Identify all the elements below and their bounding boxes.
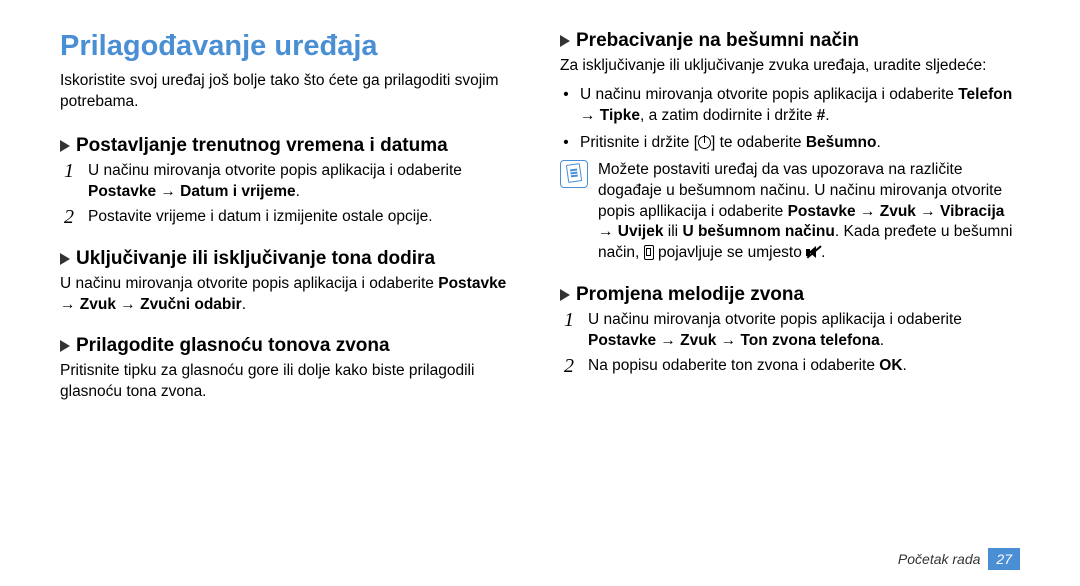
section-ringtone: Promjena melodije zvona 1 U načinu mirov… [560, 284, 1020, 377]
bullet-marker: • [560, 133, 572, 154]
page-footer: Početak rada 27 [898, 548, 1020, 570]
bullet-2: • Pritisnite i držite [] te odaberite Be… [560, 133, 1020, 154]
section-volume: Prilagodite glasnoću tonova zvona Pritis… [60, 335, 520, 403]
note-icon [560, 160, 588, 188]
step-2: 2 Postavite vrijeme i datum i izmijenite… [60, 207, 520, 228]
touchtone-text: U načinu mirovanja otvorite popis aplika… [60, 274, 520, 316]
step-body: Na popisu odaberite ton zvona i odaberit… [588, 356, 1020, 377]
heading-datetime: Postavljanje trenutnog vremena i datuma [60, 135, 520, 157]
heading-silent: Prebacivanje na bešumni način [560, 30, 1020, 52]
step-number: 2 [560, 356, 578, 377]
phone-vibrate-icon [644, 245, 654, 260]
chevron-right-icon [60, 340, 70, 352]
power-icon [698, 136, 711, 149]
speaker-mute-icon [806, 246, 821, 259]
step-2: 2 Na popisu odaberite ton zvona i odaber… [560, 356, 1020, 377]
step-body: U načinu mirovanja otvorite popis aplika… [588, 310, 1020, 352]
heading-volume: Prilagodite glasnoću tonova zvona [60, 335, 520, 357]
step-body: Postavite vrijeme i datum i izmijenite o… [88, 207, 520, 228]
silent-intro: Za isključivanje ili uključivanje zvuka … [560, 56, 1020, 77]
step-body: U načinu mirovanja otvorite popis aplika… [88, 161, 520, 203]
heading-ringtone: Promjena melodije zvona [560, 284, 1020, 306]
footer-section-label: Početak rada [898, 551, 981, 567]
step-number: 1 [60, 161, 78, 203]
bullet-marker: • [560, 85, 572, 127]
step-1: 1 U načinu mirovanja otvorite popis apli… [60, 161, 520, 203]
bullet-body: U načinu mirovanja otvorite popis aplika… [580, 85, 1020, 127]
section-silent: Prebacivanje na bešumni način Za isključ… [560, 30, 1020, 264]
volume-text: Pritisnite tipku za glasnoću gore ili do… [60, 361, 520, 403]
page-title: Prilagođavanje uređaja [60, 30, 520, 63]
right-column: Prebacivanje na bešumni način Za isključ… [560, 30, 1020, 423]
chevron-right-icon [60, 140, 70, 152]
bullet-body: Pritisnite i držite [] te odaberite Bešu… [580, 133, 881, 154]
step-number: 2 [60, 207, 78, 228]
chevron-right-icon [560, 35, 570, 47]
page-number: 27 [988, 548, 1020, 570]
chevron-right-icon [560, 289, 570, 301]
note-body: Možete postaviti uređaj da vas upozorava… [598, 160, 1020, 265]
heading-touchtone: Uključivanje ili isključivanje tona dodi… [60, 248, 520, 270]
section-touchtone: Uključivanje ili isključivanje tona dodi… [60, 248, 520, 316]
step-number: 1 [560, 310, 578, 352]
intro-text: Iskoristite svoj uređaj još bolje tako š… [60, 71, 520, 113]
note-block: Možete postaviti uređaj da vas upozorava… [560, 160, 1020, 265]
step-1: 1 U načinu mirovanja otvorite popis apli… [560, 310, 1020, 352]
content-columns: Prilagođavanje uređaja Iskoristite svoj … [60, 30, 1020, 423]
bullet-1: • U načinu mirovanja otvorite popis apli… [560, 85, 1020, 127]
left-column: Prilagođavanje uređaja Iskoristite svoj … [60, 30, 520, 423]
section-datetime: Postavljanje trenutnog vremena i datuma … [60, 135, 520, 228]
chevron-right-icon [60, 253, 70, 265]
